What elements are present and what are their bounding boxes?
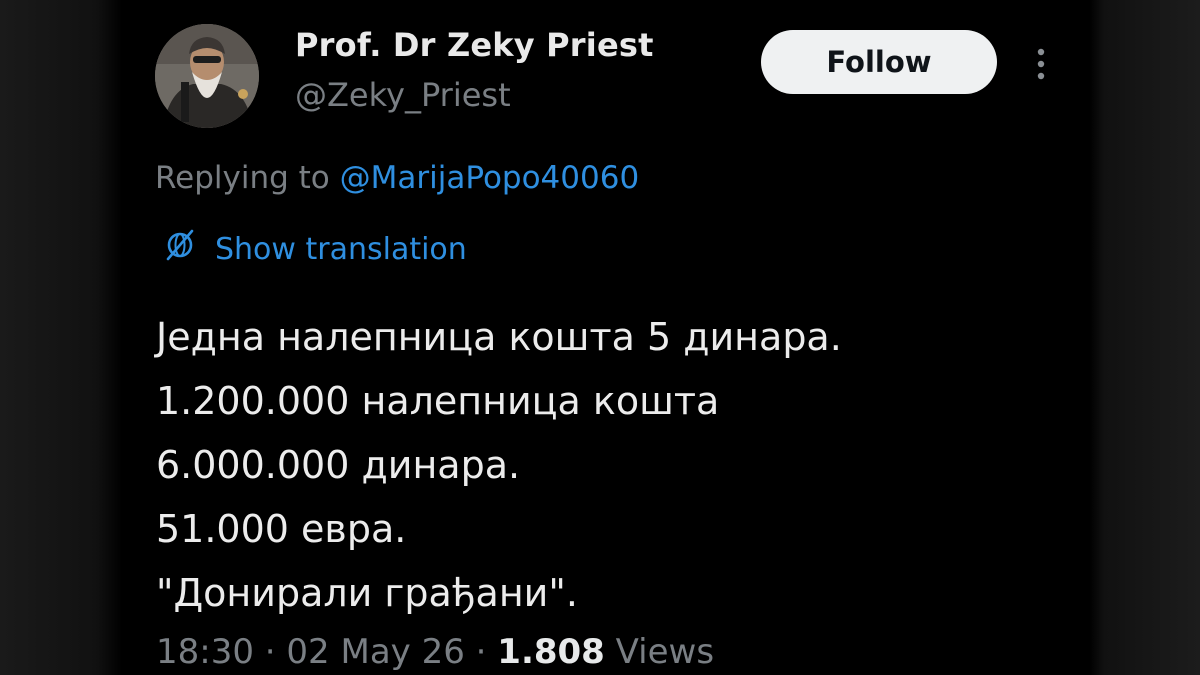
author-handle[interactable]: @Zeky_Priest	[295, 76, 511, 114]
views-count: 1.808	[497, 632, 605, 672]
replying-to-label: Replying to	[155, 160, 330, 196]
video-frame: Prof. Dr Zeky Priest @Zeky_Priest Follow…	[0, 0, 1200, 675]
tweet-body-line: 51.000 евра.	[156, 507, 407, 551]
avatar[interactable]	[155, 24, 259, 128]
meta-separator: ·	[264, 632, 287, 672]
tweet-body: Једна налепница кошта 5 динара. 1.200.00…	[156, 305, 842, 625]
meta-separator: ·	[475, 632, 498, 672]
avatar-image	[155, 24, 259, 128]
replying-to: Replying to @MarijaPopo40060	[155, 160, 639, 196]
tweet-card: Prof. Dr Zeky Priest @Zeky_Priest Follow…	[123, 0, 1090, 675]
author-name[interactable]: Prof. Dr Zeky Priest	[295, 26, 654, 64]
show-translation-link[interactable]: Show translation	[163, 228, 467, 270]
tweet-date[interactable]: 02 May 26	[286, 632, 464, 672]
more-vertical-icon[interactable]	[1029, 44, 1053, 84]
views-label: Views	[615, 632, 715, 672]
tweet-body-line: Једна налепница кошта 5 динара.	[156, 315, 842, 359]
tweet-time[interactable]: 18:30	[156, 632, 254, 672]
tweet-meta: 18:30 · 02 May 26 · 1.808 Views	[156, 632, 714, 672]
tweet-body-line: 6.000.000 динара.	[156, 443, 521, 487]
reply-mention-link[interactable]: @MarijaPopo40060	[340, 160, 640, 196]
follow-button[interactable]: Follow	[761, 30, 997, 94]
show-translation-label: Show translation	[215, 231, 467, 267]
tweet-body-line: 1.200.000 налепница кошта	[156, 379, 720, 423]
tweet-body-line: "Донирали грађани".	[156, 571, 578, 615]
translate-globe-slash-icon	[163, 228, 197, 270]
